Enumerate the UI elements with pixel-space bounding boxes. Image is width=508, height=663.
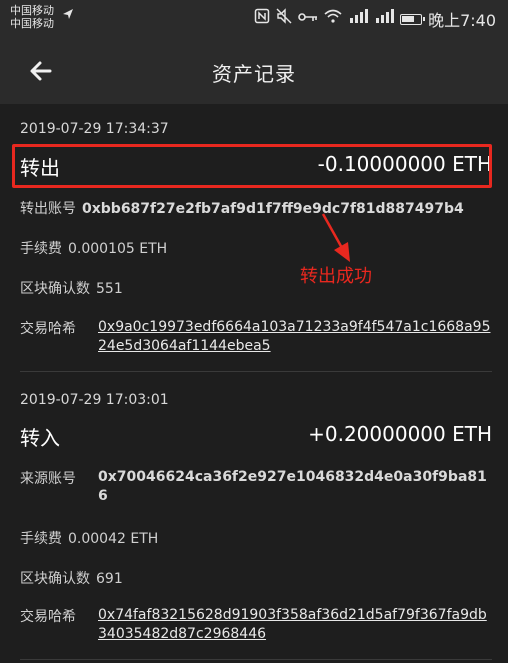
key-icon (298, 9, 318, 29)
location-arrow-icon (62, 8, 74, 23)
signal-icon (374, 9, 395, 29)
record-time: 2019-07-29 17:03:01 (20, 392, 169, 408)
address-label: 来源账号 (20, 471, 76, 487)
confirm-row: 区块确认数 551 (20, 278, 123, 298)
hash-link[interactable]: 0x9a0c19973edf6664a103a71233a9f4f547a1c1… (98, 318, 493, 356)
confirm-label: 区块确认数 (20, 281, 90, 297)
mute-icon (276, 8, 292, 30)
carrier-name-1: 中国移动 (10, 4, 54, 17)
fee-label: 手续费 (20, 531, 62, 547)
fee-label: 手续费 (20, 241, 62, 257)
fee-value: 0.00042 ETH (68, 531, 159, 547)
nav-bar: 资产记录 (0, 38, 508, 104)
wifi-icon (324, 9, 342, 29)
status-bar: 中国移动 中国移动 晚上7:40 (0, 0, 508, 38)
highlight-box (12, 144, 492, 188)
carrier-name-2: 中国移动 (10, 17, 54, 30)
address-row: 来源账号 0x70046624ca36f2e927e1046832d4e0a30… (20, 468, 500, 508)
confirm-row: 区块确认数 691 (20, 568, 123, 588)
page-title: 资产记录 (212, 62, 296, 86)
confirm-value: 551 (96, 281, 123, 297)
record-amount: +0.20000000 ETH (308, 422, 492, 446)
address-row: 转出账号 0xbb687f27e2fb7af9d1f7ff9e9dc7f81d88… (20, 198, 464, 218)
divider (20, 371, 492, 372)
address-value: 0x70046624ca36f2e927e1046832d4e0a30f9ba8… (98, 469, 487, 504)
hash-row: 交易哈希 0x74faf83215628d91903f358af36d21d5a… (20, 606, 500, 646)
record-type: 转入 (20, 426, 60, 450)
address-value: 0xbb687f27e2fb7af9d1f7ff9e9dc7f81d887497… (82, 201, 464, 217)
fee-row: 手续费 0.00042 ETH (20, 528, 158, 548)
hash-label: 交易哈希 (20, 321, 76, 337)
annotation-arrow-icon (320, 212, 360, 268)
hash-row: 交易哈希 0x9a0c19973edf6664a103a71233a9f4f54… (20, 318, 500, 358)
address-label: 转出账号 (20, 201, 76, 217)
record-time: 2019-07-29 17:34:37 (20, 121, 169, 137)
signal-icon (348, 9, 369, 29)
asset-record-list: 2019-07-29 17:34:37 转出 -0.10000000 ETH 转… (0, 104, 508, 663)
carrier-info: 中国移动 中国移动 (10, 4, 54, 30)
battery-icon (400, 13, 426, 25)
divider (20, 659, 492, 660)
fee-value: 0.000105 ETH (68, 241, 168, 257)
fee-row: 手续费 0.000105 ETH (20, 238, 167, 258)
confirm-label: 区块确认数 (20, 571, 90, 587)
confirm-value: 691 (96, 571, 123, 587)
status-time: 晚上7:40 (428, 11, 496, 30)
hash-link[interactable]: 0x74faf83215628d91903f358af36d21d5af79f3… (98, 606, 493, 644)
nfc-icon (254, 8, 270, 30)
annotation-text: 转出成功 (300, 266, 372, 287)
status-icons: 晚上7:40 (254, 8, 496, 30)
hash-label: 交易哈希 (20, 609, 76, 625)
